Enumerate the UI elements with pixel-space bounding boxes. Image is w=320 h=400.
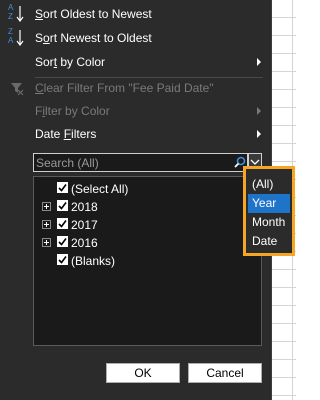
plus-icon[interactable] — [42, 238, 51, 247]
filter-by-color-label: Filter by Color — [35, 104, 110, 118]
clear-filter-label: Clear Filter From "Fee Paid Date" — [35, 81, 214, 95]
tree-item-label: (Blanks) — [71, 254, 116, 268]
year-2016-checkbox[interactable] — [57, 236, 68, 247]
year-2018-checkbox[interactable] — [57, 200, 68, 211]
tree-item-label: (Select All) — [71, 182, 129, 196]
checkmark-icon — [58, 202, 67, 210]
checkmark-icon — [58, 256, 67, 264]
checkmark-icon — [58, 184, 67, 192]
sort-oldest-to-newest-item[interactable]: A Z Sort Oldest to Newest — [0, 2, 272, 26]
option-month[interactable]: Month — [248, 213, 290, 232]
plus-icon[interactable] — [42, 220, 51, 229]
tree-item-2018[interactable]: 2018 — [34, 197, 261, 215]
sort-by-color-item[interactable]: Sort by Color — [0, 50, 272, 74]
cancel-button[interactable]: Cancel — [188, 363, 262, 383]
filter-by-color-item[interactable]: Filter by Color — [0, 99, 272, 123]
blanks-checkbox[interactable] — [57, 254, 68, 265]
tree-item-label: 2017 — [71, 218, 98, 232]
filter-values-list: (Select All) 2018 2017 2016 (Blanks) — [33, 176, 262, 346]
plus-icon[interactable] — [42, 202, 51, 211]
sort-ascending-icon: A Z — [8, 3, 26, 24]
sort-newest-to-oldest-item[interactable]: Z A Sort Newest to Oldest — [0, 26, 272, 50]
sort-descending-icon: Z A — [8, 27, 26, 48]
search-box — [33, 153, 233, 172]
year-2017-checkbox[interactable] — [57, 218, 68, 229]
tree-item-label: 2016 — [71, 236, 98, 250]
sort-by-color-label: Sort by Color — [35, 55, 106, 69]
chevron-right-icon — [257, 130, 261, 138]
checkmark-icon — [58, 220, 67, 228]
option-date[interactable]: Date — [248, 232, 290, 251]
date-filters-label: Date Filters — [35, 127, 97, 141]
select-all-checkbox[interactable] — [57, 182, 68, 193]
tree-item-select-all[interactable]: (Select All) — [34, 179, 261, 197]
sort-oldest-label: Sort Oldest to Newest — [35, 7, 152, 21]
search-input[interactable] — [34, 154, 232, 171]
clear-filter-item[interactable]: Clear Filter From "Fee Paid Date" — [0, 76, 272, 100]
chevron-right-icon — [257, 58, 261, 66]
search-mode-listbox: (All) Year Month Date — [244, 167, 294, 255]
tree-item-blanks[interactable]: (Blanks) — [34, 251, 261, 269]
checkmark-icon — [58, 238, 67, 246]
tree-item-label: 2018 — [71, 200, 98, 214]
autofilter-menu: A Z Sort Oldest to Newest Z A Sort Newes… — [0, 0, 272, 400]
option-all[interactable]: (All) — [248, 175, 290, 194]
chevron-right-icon — [257, 107, 261, 115]
clear-filter-icon — [8, 78, 26, 98]
option-year[interactable]: Year — [248, 194, 290, 213]
tree-item-2016[interactable]: 2016 — [34, 233, 261, 251]
date-filters-item[interactable]: Date Filters — [0, 122, 272, 146]
tree-item-2017[interactable]: 2017 — [34, 215, 261, 233]
sort-newest-label: Sort Newest to Oldest — [35, 31, 152, 45]
ok-button[interactable]: OK — [106, 363, 180, 383]
